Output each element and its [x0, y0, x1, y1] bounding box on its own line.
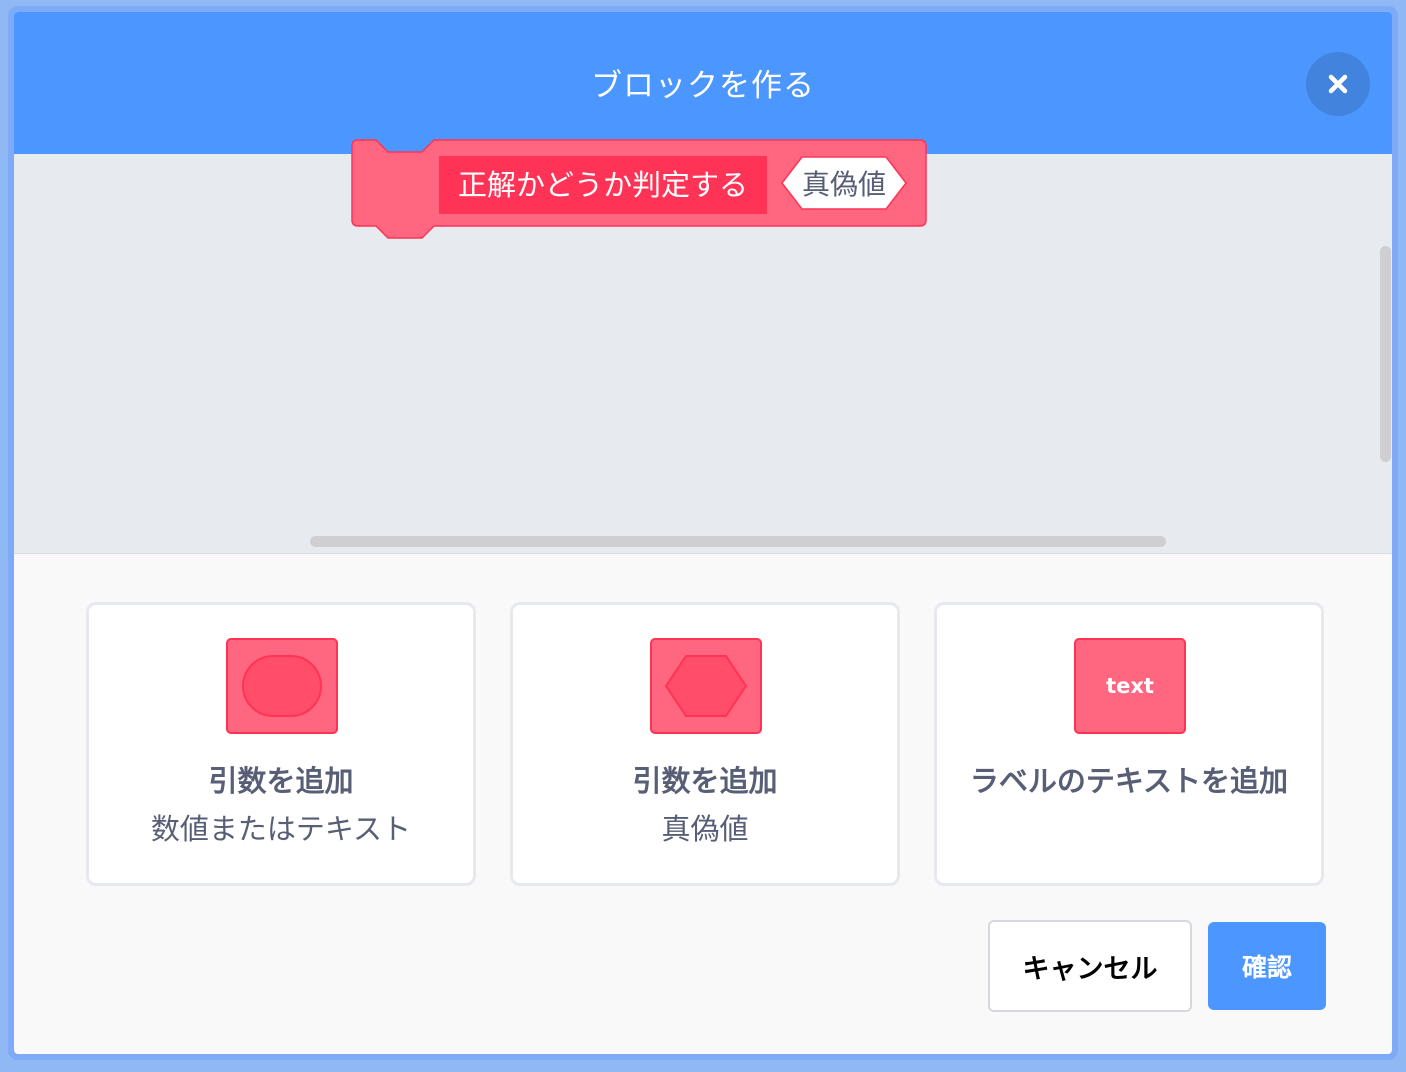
add-boolean-input-card[interactable]: 引数を追加 真偽値	[510, 602, 900, 886]
round-input-icon	[226, 638, 338, 734]
close-button[interactable]	[1306, 52, 1370, 116]
block-label-text[interactable]: 正解かどうか判定する	[439, 156, 767, 214]
ok-button[interactable]: 確認	[1208, 922, 1326, 1010]
card-title: ラベルのテキストを追加	[969, 764, 1289, 798]
cancel-button[interactable]: キャンセル	[988, 920, 1192, 1012]
add-number-text-input-card[interactable]: 引数を追加 数値またはテキスト	[86, 602, 476, 886]
card-title: 引数を追加	[632, 764, 778, 798]
text-label-icon: text	[1074, 638, 1186, 734]
horizontal-scrollbar[interactable]	[310, 536, 1166, 547]
boolean-input-icon	[650, 638, 762, 734]
text-label-icon-text: text	[1106, 674, 1154, 698]
dialog-title: ブロックを作る	[591, 68, 815, 104]
card-subtitle: 真偽値	[661, 812, 749, 846]
make-block-dialog: ブロックを作る 正解かどうか判定する 真偽値 引数を追加 数値またはテキスト 引…	[8, 6, 1398, 1060]
close-icon	[1328, 74, 1348, 94]
card-title: 引数を追加	[208, 764, 354, 798]
add-label-text-card[interactable]: text ラベルのテキストを追加	[934, 602, 1324, 886]
boolean-input-label[interactable]: 真偽値	[786, 157, 902, 213]
dialog-header: ブロックを作る	[14, 12, 1392, 154]
vertical-scrollbar[interactable]	[1380, 246, 1391, 462]
card-subtitle: 数値またはテキスト	[150, 812, 412, 846]
